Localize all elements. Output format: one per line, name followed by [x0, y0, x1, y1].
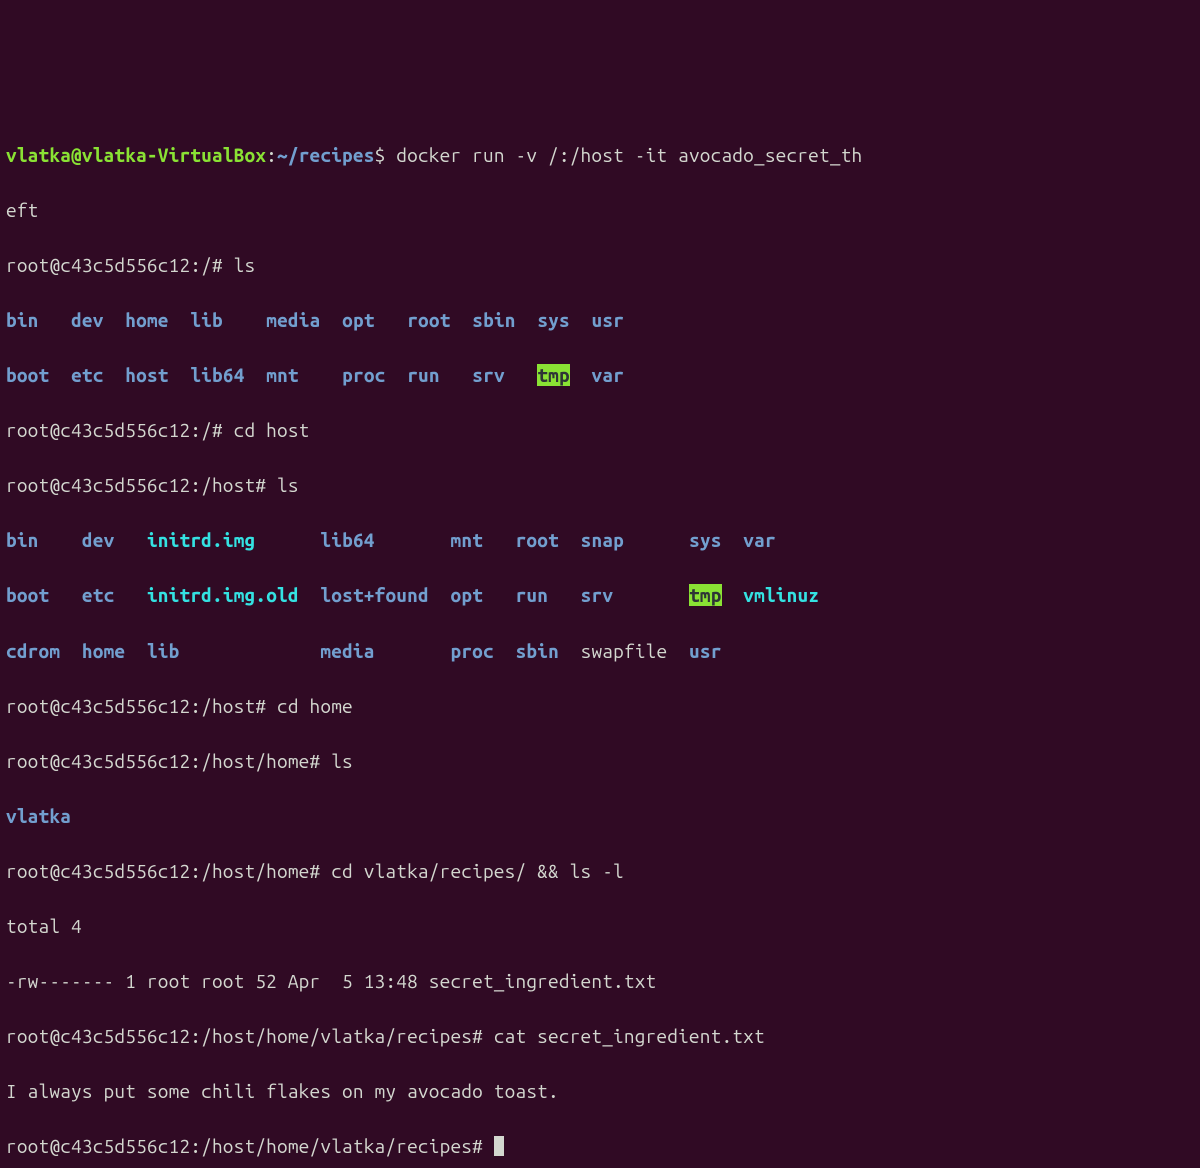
line-ls-host: root@c43c5d556c12:/host# ls — [6, 472, 1194, 500]
dir-lib2: lib — [147, 640, 180, 662]
ls-host-row3: cdrom home lib media proc sbin swapfile … — [6, 638, 1194, 666]
line-initial-prompt: vlatka@vlatka-VirtualBox:~/recipes$ dock… — [6, 142, 1194, 170]
cat-output: I always put some chili flakes on my avo… — [6, 1078, 1194, 1106]
dir-sys2: sys — [689, 529, 722, 551]
ls-host-row2: boot etc initrd.img.old lost+found opt r… — [6, 582, 1194, 610]
dir-mnt2: mnt — [451, 529, 484, 551]
dir-var: var — [592, 364, 625, 386]
dir-lostfound: lost+found — [320, 584, 428, 606]
cmd-cd-home: cd home — [277, 695, 353, 717]
dir-media2: media — [320, 640, 374, 662]
dir-boot2: boot — [6, 584, 49, 606]
prompt-root2: root@c43c5d556c12:/# — [6, 419, 234, 441]
dir-usr: usr — [592, 309, 625, 331]
cmd-docker-run: docker run -v /:/host -it avocado_secret… — [396, 144, 862, 166]
dir-lib64: lib64 — [190, 364, 244, 386]
dir-sbin2: sbin — [516, 640, 559, 662]
dir-bin: bin — [6, 309, 39, 331]
dir-tmp2: tmp — [689, 584, 722, 606]
dir-home2: home — [82, 640, 125, 662]
cmd-ls: ls — [234, 254, 256, 276]
cmd-cd-host: cd host — [234, 419, 310, 441]
line-wrap-cont: eft — [6, 197, 1194, 225]
link-vmlinuz: vmlinuz — [743, 584, 819, 606]
colon: : — [266, 144, 277, 166]
line-ls-home: root@c43c5d556c12:/host/home# ls — [6, 748, 1194, 776]
dir-lib: lib — [190, 309, 223, 331]
file-secret-entry: -rw------- 1 root root 52 Apr 5 13:48 se… — [6, 970, 656, 992]
dir-var2: var — [743, 529, 776, 551]
dir-root2: root — [516, 529, 559, 551]
dir-lib64b: lib64 — [320, 529, 374, 551]
ls-root-row1: bin dev home lib media opt root sbin sys… — [6, 307, 1194, 335]
dir-sbin: sbin — [472, 309, 515, 331]
prompt-home2: root@c43c5d556c12:/host/home# — [6, 860, 331, 882]
line-final-prompt[interactable]: root@c43c5d556c12:/host/home/vlatka/reci… — [6, 1133, 1194, 1161]
dir-cdrom: cdrom — [6, 640, 60, 662]
prompt-host2: root@c43c5d556c12:/host# — [6, 695, 277, 717]
lsl-total: total 4 — [6, 913, 1194, 941]
link-initrd: initrd.img — [147, 529, 255, 551]
line-ls-root: root@c43c5d556c12:/# ls — [6, 252, 1194, 280]
dir-opt: opt — [342, 309, 375, 331]
dir-opt2: opt — [451, 584, 484, 606]
ls-home-row: vlatka — [6, 803, 1194, 831]
dir-run: run — [407, 364, 440, 386]
dir-tmp: tmp — [537, 364, 570, 386]
cmd-cat: cat secret_ingredient.txt — [494, 1025, 765, 1047]
dir-proc2: proc — [451, 640, 494, 662]
dir-etc: etc — [71, 364, 104, 386]
prompt-host: root@c43c5d556c12:/host# — [6, 474, 277, 496]
line-cd-recipes: root@c43c5d556c12:/host/home# cd vlatka/… — [6, 858, 1194, 886]
dir-srv: srv — [472, 364, 505, 386]
user-host: vlatka@vlatka-VirtualBox — [6, 144, 266, 166]
lsl-entry: -rw------- 1 root root 52 Apr 5 13:48 se… — [6, 968, 1194, 996]
cmd-docker-run-wrap: eft — [6, 199, 39, 221]
dir-proc: proc — [342, 364, 385, 386]
ls-host-row1: bin dev initrd.img lib64 mnt root snap s… — [6, 527, 1194, 555]
line-cat: root@c43c5d556c12:/host/home/vlatka/reci… — [6, 1023, 1194, 1051]
dir-srv2: srv — [581, 584, 614, 606]
dir-boot: boot — [6, 364, 49, 386]
prompt-recipes: root@c43c5d556c12:/host/home/vlatka/reci… — [6, 1025, 494, 1047]
cwd-path: ~/recipes — [277, 144, 375, 166]
ls-root-row2: boot etc host lib64 mnt proc run srv tmp… — [6, 362, 1194, 390]
prompt-home: root@c43c5d556c12:/host/home# — [6, 750, 331, 772]
dir-root: root — [407, 309, 450, 331]
cmd-ls2: ls — [277, 474, 299, 496]
dir-bin2: bin — [6, 529, 39, 551]
dir-usr2: usr — [689, 640, 722, 662]
dir-snap: snap — [581, 529, 624, 551]
line-cd-host: root@c43c5d556c12:/# cd host — [6, 417, 1194, 445]
file-swapfile: swapfile — [581, 640, 668, 662]
dir-home: home — [125, 309, 168, 331]
total-text: total 4 — [6, 915, 82, 937]
dir-mnt: mnt — [266, 364, 299, 386]
link-initrd-old: initrd.img.old — [147, 584, 299, 606]
prompt-recipes2: root@c43c5d556c12:/host/home/vlatka/reci… — [6, 1135, 494, 1157]
dir-dev: dev — [71, 309, 104, 331]
dir-host: host — [125, 364, 168, 386]
dir-sys: sys — [537, 309, 570, 331]
cat-text: I always put some chili flakes on my avo… — [6, 1080, 559, 1102]
cursor-icon[interactable] — [494, 1136, 504, 1156]
dir-etc2: etc — [82, 584, 115, 606]
cmd-ls3: ls — [331, 750, 353, 772]
dollar: $ — [375, 144, 397, 166]
dir-vlatka: vlatka — [6, 805, 71, 827]
cmd-cd-recipes: cd vlatka/recipes/ && ls -l — [331, 860, 624, 882]
prompt-root: root@c43c5d556c12:/# — [6, 254, 234, 276]
line-cd-home: root@c43c5d556c12:/host# cd home — [6, 693, 1194, 721]
terminal[interactable]: vlatka@vlatka-VirtualBox:~/recipes$ dock… — [6, 114, 1194, 1168]
dir-run2: run — [516, 584, 549, 606]
dir-media: media — [266, 309, 320, 331]
dir-dev2: dev — [82, 529, 115, 551]
